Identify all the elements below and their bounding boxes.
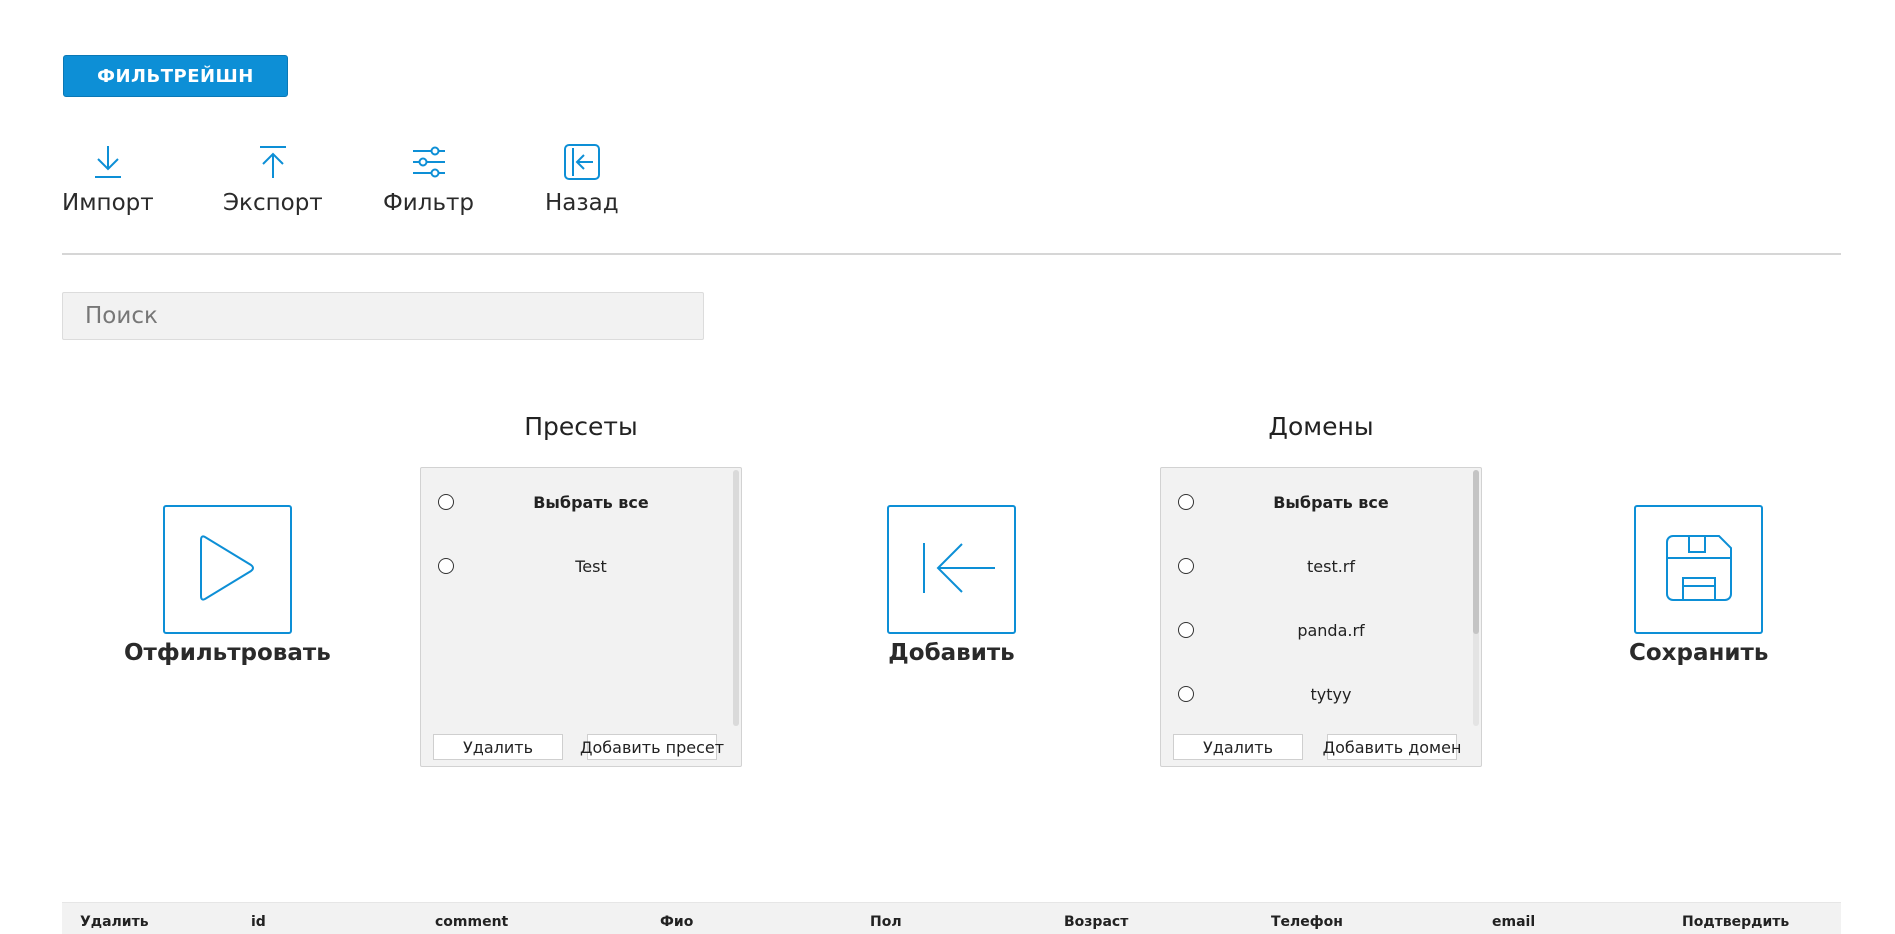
- toolbar-export[interactable]: Экспорт: [223, 140, 323, 216]
- preset-label: Test: [575, 556, 607, 576]
- column-header[interactable]: Фио: [660, 914, 693, 930]
- column-header[interactable]: comment: [435, 914, 508, 930]
- list-item[interactable]: panda.rf: [1161, 598, 1461, 662]
- add-domain-button[interactable]: Добавить домен: [1323, 734, 1461, 760]
- column-header[interactable]: Пол: [870, 914, 902, 930]
- filter-run-label: Отфильтровать: [124, 640, 331, 666]
- column-header[interactable]: email: [1492, 914, 1535, 930]
- presets-select-all-label: Выбрать все: [533, 492, 649, 512]
- domains-panel: Выбрать все test.rf panda.rf tytyy Удали…: [1160, 467, 1482, 767]
- add-label: Добавить: [888, 640, 1015, 666]
- presets-select-all[interactable]: Выбрать все: [421, 470, 721, 534]
- toolbar-back-label: Назад: [545, 190, 619, 216]
- domain-label: test.rf: [1306, 556, 1356, 576]
- toolbar-import-label: Импорт: [62, 190, 154, 216]
- search-input[interactable]: [62, 292, 704, 340]
- list-item[interactable]: test.rf: [1161, 534, 1461, 598]
- domains-delete-button[interactable]: Удалить: [1173, 734, 1303, 760]
- radio-button[interactable]: [1178, 494, 1194, 510]
- presets-panel: Выбрать все Test Удалить Добавить пресет: [420, 467, 742, 767]
- radio-button[interactable]: [438, 494, 454, 510]
- column-header[interactable]: Подтвердить: [1682, 914, 1789, 930]
- column-header[interactable]: Телефон: [1271, 914, 1343, 930]
- toolbar-filter-label: Фильтр: [383, 190, 475, 216]
- presets-title: Пресеты: [524, 412, 638, 441]
- add-button[interactable]: Добавить: [887, 505, 1016, 666]
- upload-icon: [252, 140, 294, 184]
- list-item[interactable]: tytyy: [1161, 662, 1461, 726]
- toolbar-import[interactable]: Импорт: [62, 140, 154, 216]
- toolbar-export-label: Экспорт: [223, 190, 323, 216]
- add-box: [887, 505, 1016, 634]
- domains-title: Домены: [1268, 412, 1374, 441]
- list-item[interactable]: Test: [421, 534, 721, 598]
- play-icon: [197, 531, 257, 609]
- presets-delete-button[interactable]: Удалить: [433, 734, 563, 760]
- filter-run-button[interactable]: Отфильтровать: [124, 505, 331, 666]
- presets-scrollbar-thumb[interactable]: [733, 470, 739, 726]
- filter-run-box: [162, 505, 292, 634]
- download-icon: [87, 140, 129, 184]
- toolbar-back[interactable]: Назад: [545, 140, 619, 216]
- save-button[interactable]: Сохранить: [1629, 505, 1768, 666]
- radio-button[interactable]: [1178, 686, 1194, 702]
- back-arrow-icon: [561, 140, 603, 184]
- toolbar-filter[interactable]: Фильтр: [383, 140, 474, 216]
- column-header[interactable]: id: [251, 914, 266, 930]
- radio-button[interactable]: [1178, 622, 1194, 638]
- floppy-disk-icon: [1665, 534, 1733, 606]
- column-header[interactable]: Удалить: [80, 914, 149, 930]
- sliders-icon: [408, 140, 450, 184]
- domains-select-all-label: Выбрать все: [1273, 492, 1389, 512]
- radio-button[interactable]: [438, 558, 454, 574]
- domains-scrollbar-thumb[interactable]: [1473, 470, 1479, 634]
- radio-button[interactable]: [1178, 558, 1194, 574]
- save-box: [1634, 505, 1764, 634]
- divider: [62, 253, 1841, 255]
- domain-label: tytyy: [1310, 684, 1352, 704]
- brand-button[interactable]: ФИЛЬТРЕЙШН: [63, 55, 288, 97]
- save-label: Сохранить: [1629, 640, 1769, 666]
- presets-scrollbar[interactable]: [733, 470, 739, 726]
- column-header[interactable]: Возраст: [1064, 914, 1128, 930]
- add-preset-button[interactable]: Добавить пресет: [580, 734, 724, 760]
- arrow-left-bar-icon: [902, 538, 1002, 602]
- table-header: Удалить id comment Фио Пол Возраст Телеф…: [62, 902, 1841, 934]
- domains-scrollbar[interactable]: [1473, 470, 1479, 726]
- domains-select-all[interactable]: Выбрать все: [1161, 470, 1461, 534]
- domain-label: panda.rf: [1297, 620, 1365, 640]
